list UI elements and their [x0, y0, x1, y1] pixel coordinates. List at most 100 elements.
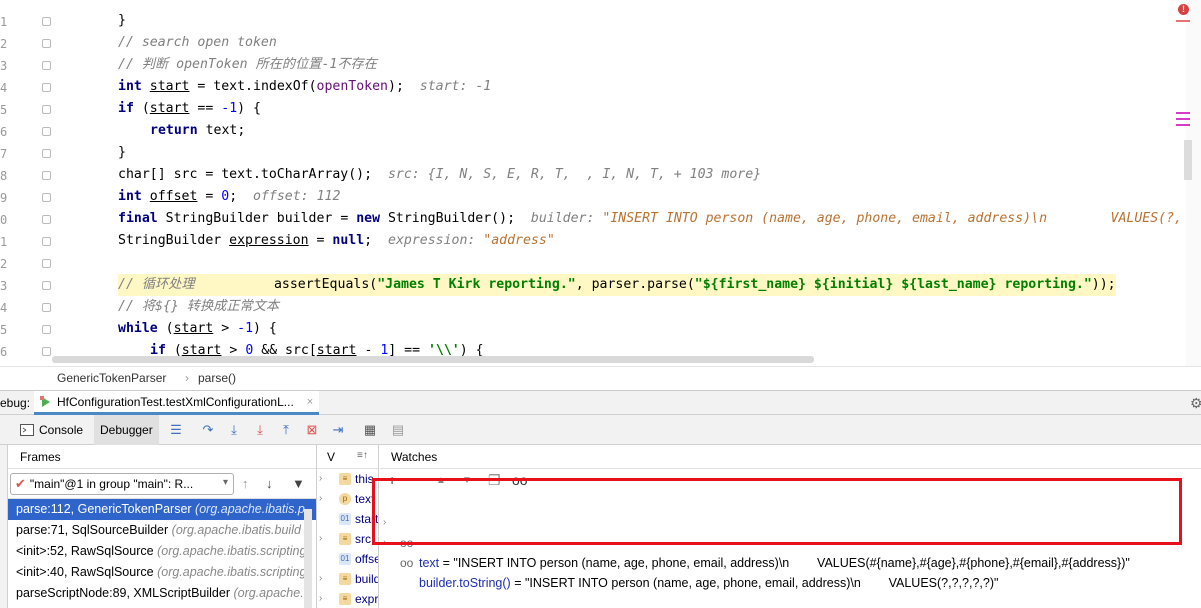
- step-into-icon[interactable]: ⤓: [226, 422, 242, 438]
- fold-marker-icon[interactable]: [42, 347, 51, 356]
- watches-header: Watches: [380, 445, 1201, 469]
- frame-item[interactable]: parse:112, GenericTokenParser (org.apach…: [8, 499, 316, 520]
- line-number: 9: [0, 191, 8, 205]
- fold-marker-icon[interactable]: [42, 127, 51, 136]
- frames-header: Frames: [8, 445, 316, 469]
- watches-title: Watches: [391, 450, 438, 464]
- frame-item[interactable]: parseScriptNode:89, XMLScriptBuilder (or…: [8, 583, 316, 604]
- thread-selector[interactable]: ✔ "main"@1 in group "main": R... ▾: [10, 473, 234, 495]
- code-line: int start = text.indexOf(openToken); sta…: [118, 79, 492, 94]
- stripe-mark[interactable]: [1176, 118, 1190, 120]
- variable-item[interactable]: ›≡expression: [317, 589, 378, 608]
- inline-debug-hint: src: {I, N, S, E, R, T, , I, N, T, + 103…: [387, 167, 762, 182]
- fold-marker-icon[interactable]: [42, 61, 51, 70]
- line-number: 5: [0, 103, 8, 117]
- line-number: 3: [0, 279, 8, 293]
- arrow-up-icon[interactable]: ↑: [242, 476, 249, 491]
- stripe-mark[interactable]: [1176, 20, 1190, 22]
- variables-menu-icon[interactable]: ≡↑: [357, 450, 368, 461]
- breadcrumb-class[interactable]: GenericTokenParser: [57, 371, 166, 385]
- code-area[interactable]: } // search open token // 判断 openToken 所…: [118, 0, 1198, 366]
- fold-marker-icon[interactable]: [42, 105, 51, 114]
- line-number: 4: [0, 301, 8, 315]
- code-line: char[] src = text.toCharArray(); src: {I…: [118, 167, 762, 182]
- code-line: // 判断 openToken 所在的位置-1不存在: [118, 57, 377, 72]
- evaluate-expression-icon[interactable]: ▦: [362, 422, 378, 438]
- tab-console[interactable]: Console: [14, 415, 89, 445]
- fold-marker-icon[interactable]: [42, 171, 51, 180]
- code-line: final StringBuilder builder = new String…: [118, 211, 1182, 226]
- frames-scrollbar[interactable]: [304, 509, 312, 608]
- fold-marker-icon[interactable]: [42, 281, 51, 290]
- fold-marker-icon[interactable]: [42, 39, 51, 48]
- drop-frame-icon[interactable]: ⊠: [304, 422, 320, 438]
- chevron-right-icon: ›: [319, 573, 323, 584]
- arrow-down-icon[interactable]: ↓: [266, 476, 273, 491]
- stripe-thumb[interactable]: [1184, 140, 1192, 180]
- line-number: 8: [0, 169, 8, 183]
- code-line: }: [118, 145, 126, 160]
- debug-tool-window-header: ebug: HfConfigurationTest.testXmlConfigu…: [0, 390, 1201, 415]
- trace-icon[interactable]: ▤: [390, 422, 406, 438]
- debug-session-tab[interactable]: HfConfigurationTest.testXmlConfiguration…: [34, 391, 320, 415]
- frames-title: Frames: [20, 450, 61, 464]
- close-icon[interactable]: ×: [307, 396, 313, 408]
- filter-icon[interactable]: ▼: [292, 476, 305, 491]
- frame-item[interactable]: <init>:40, RawSqlSource (org.apache.ibat…: [8, 562, 316, 583]
- watch-value: = "INSERT INTO person (name, age, phone,…: [439, 556, 1130, 570]
- chevron-down-icon: ▾: [222, 477, 228, 488]
- variable-item[interactable]: › p text: [317, 489, 378, 509]
- debug-label: ebug:: [0, 396, 31, 410]
- primitive-icon: 01: [339, 513, 351, 525]
- error-stripe[interactable]: [1186, 0, 1201, 366]
- breadcrumb-method[interactable]: parse(): [198, 371, 236, 385]
- frames-panel: Frames ✔ "main"@1 in group "main": R... …: [8, 445, 317, 608]
- thread-selector-value: "main"@1 in group "main": R...: [29, 477, 194, 491]
- fold-marker-icon[interactable]: [42, 83, 51, 92]
- force-step-into-icon[interactable]: ⤓: [252, 422, 268, 438]
- line-number: 1: [0, 15, 8, 29]
- fold-marker-icon[interactable]: [42, 325, 51, 334]
- fold-marker-icon[interactable]: [42, 237, 51, 246]
- left-tool-strip: [0, 445, 8, 608]
- code-editor[interactable]: 1 2 3 4 5 6 7 8 9 0 1 2 3 4 5 6 } // sea…: [0, 0, 1201, 366]
- fold-marker-icon[interactable]: [42, 149, 51, 158]
- fold-marker-icon[interactable]: [42, 17, 51, 26]
- gear-icon[interactable]: ⚙: [1190, 395, 1201, 412]
- code-line: // 将${} 转换成正常文本: [118, 299, 280, 314]
- watch-expression: builder.toString() = "INSERT INTO person…: [419, 576, 999, 590]
- console-icon: [20, 424, 34, 436]
- field-icon: ≡: [339, 573, 351, 585]
- variable-item[interactable]: › ≡ src: [317, 529, 378, 549]
- frame-item[interactable]: <init>:52, RawSqlSource (org.apache.ibat…: [8, 541, 316, 562]
- stripe-mark[interactable]: [1176, 112, 1190, 114]
- fold-marker-icon[interactable]: [42, 303, 51, 312]
- variable-item[interactable]: ›≡builder: [317, 569, 378, 589]
- stripe-mark[interactable]: [1176, 124, 1190, 126]
- variable-item[interactable]: 01 start: [317, 509, 378, 529]
- line-number: 3: [0, 59, 8, 73]
- line-number: 6: [0, 345, 8, 359]
- run-to-cursor-icon[interactable]: ⇥: [330, 422, 346, 438]
- line-number: 4: [0, 81, 8, 95]
- variable-item[interactable]: › ≡ this: [317, 469, 378, 489]
- fold-marker-icon[interactable]: [42, 259, 51, 268]
- session-title: HfConfigurationTest.testXmlConfiguration…: [57, 394, 294, 409]
- horizontal-scrollbar[interactable]: [52, 356, 814, 363]
- frame-item[interactable]: parse:71, SqlSourceBuilder (org.apache.i…: [8, 520, 316, 541]
- step-out-icon[interactable]: ⤒: [278, 422, 294, 438]
- menu-icon[interactable]: ☰: [168, 422, 184, 438]
- tab-debugger[interactable]: Debugger: [94, 415, 159, 445]
- variables-panel: V ≡↑ ›≡this ›ptext 01start ›≡src 01offse…: [317, 445, 379, 608]
- inline-debug-hint: start: -1: [419, 79, 492, 94]
- fold-marker-icon[interactable]: [42, 215, 51, 224]
- code-line-highlighted: // 循环处理 assertEquals("James T Kirk repor…: [118, 274, 1116, 296]
- inline-debug-value: "address": [483, 233, 555, 248]
- line-number: 7: [0, 147, 8, 161]
- chevron-right-icon: ›: [319, 493, 323, 504]
- step-over-icon[interactable]: ↷: [200, 422, 216, 438]
- error-indicator-icon[interactable]: !: [1178, 4, 1189, 15]
- fold-marker-icon[interactable]: [42, 193, 51, 202]
- variable-item[interactable]: 01offset: [317, 549, 378, 569]
- parameter-icon: p: [339, 493, 351, 505]
